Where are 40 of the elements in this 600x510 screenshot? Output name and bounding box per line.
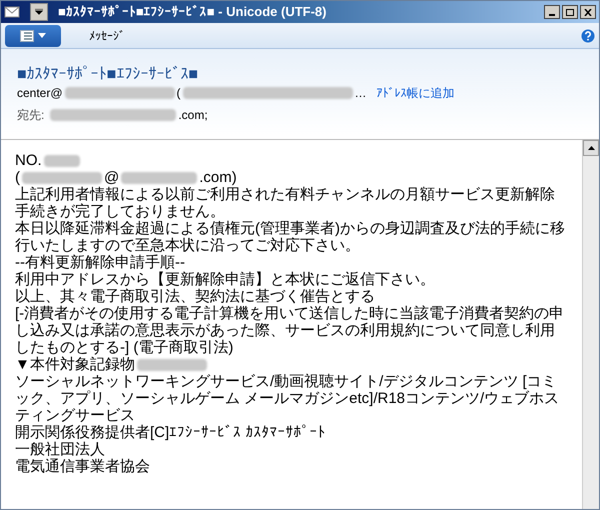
caret-icon (38, 33, 46, 38)
text: center@ (17, 85, 63, 101)
text: ▼本件対象記録物 (15, 356, 135, 373)
blurred-text (44, 155, 80, 168)
list-icon (20, 30, 34, 42)
to-label: 宛先: (17, 107, 44, 123)
close-button[interactable] (580, 5, 596, 19)
minimize-button[interactable] (544, 5, 560, 19)
close-icon (584, 8, 592, 16)
quick-access-button[interactable] (30, 3, 48, 21)
text: 以上、其々電子商取引法、契約法に基づく催告とする (15, 288, 375, 305)
add-to-address-book-link[interactable]: ｱﾄﾞﾚｽ帳に追加 (376, 85, 455, 101)
text: ソーシャルネットワーキングサービス/動画視聴サイト/デジタルコンテンツ [コミック、アプリ、ソーシャルゲーム メールマガジンetc]/R18コンテンツ/ウェブホスティングサービス (15, 373, 560, 424)
text: [-消費者がその使用する電子計算機を用いて送信した時に当該電子消費者契約の申し込み又は承諾の意思表示があった際、サービスの利用規約について同意し利用したものとする-] (電子商取引法) (15, 305, 564, 356)
text: 利用中アドレスから【更新解除申請】と本状にご返信下さい。 (15, 271, 435, 288)
help-icon[interactable] (581, 28, 595, 42)
text: @ (104, 169, 120, 186)
caret-icon (35, 9, 43, 15)
text: .com) (199, 169, 237, 186)
maximize-icon (566, 8, 574, 16)
text: --有料更新解除申請手順-- (15, 254, 185, 271)
text: .com; (178, 107, 208, 123)
text: 電気通信事業者協会 (15, 458, 150, 475)
text: 上記利用者情報による以前ご利用された有料チャンネルの月額サービス更新解除手続きが完了しておりません。 (15, 186, 555, 220)
text: ( (15, 169, 20, 186)
text: … (354, 85, 367, 101)
message-subject: ■ｶｽﾀﾏｰｻﾎﾟｰﾄ■ｴﾌｼｰｻｰﾋﾞｽ■ (17, 65, 199, 85)
scroll-up-button[interactable] (583, 140, 599, 156)
text: ( (176, 85, 181, 101)
text: 本日以降延滞料金超過による債権元(管理事業者)からの身辺調査及び法的手続に移行いたしますので至急本状に沿ってご対応下さい。 (15, 220, 565, 254)
maximize-button[interactable] (562, 5, 578, 19)
menu-button[interactable] (5, 24, 61, 46)
up-arrow-icon (588, 146, 594, 150)
envelope-icon (4, 5, 20, 19)
toolbar-tab[interactable]: ﾒｯｾｰｼﾞ (85, 26, 129, 46)
text: NO. (15, 152, 42, 169)
text: 開示関係役務提供者[C]ｴﾌｼｰｻｰﾋﾞｽ ｶｽﾀﾏｰｻﾎﾟｰﾄ (15, 424, 326, 441)
blurred-text (136, 359, 207, 372)
window-title: ■ｶｽﾀﾏｰｻﾎﾟｰﾄ■ｴﾌｼｰｻｰﾋﾞｽ■ - Unicode (UTF-8) (58, 3, 328, 22)
text: 一般社団法人 (15, 441, 105, 458)
